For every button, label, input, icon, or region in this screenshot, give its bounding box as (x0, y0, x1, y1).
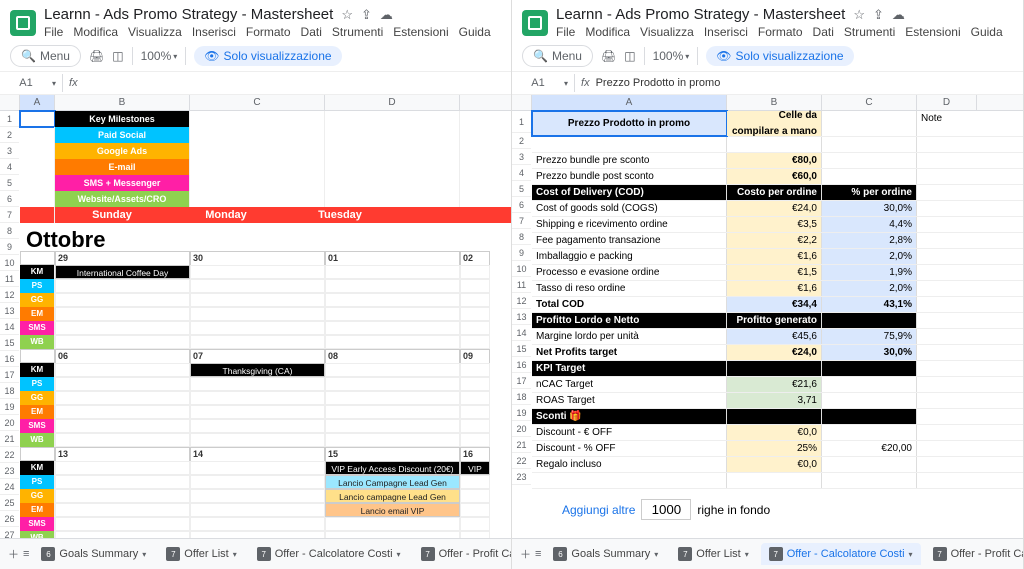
menu-strumenti[interactable]: Strumenti (332, 25, 383, 39)
name-box[interactable]: A1 (518, 77, 558, 89)
menu-bar[interactable]: File Modifica Visualizza Inserisci Formato Da… (556, 25, 1013, 39)
formula-content[interactable]: Prezzo Prodotto in promo (596, 77, 721, 89)
menu-modifica[interactable]: Modifica (585, 25, 630, 39)
sheet-tabs: ＋ ≡ 6Goals Summary▾7Offer List▾7Offer - … (0, 538, 511, 569)
menu-inserisci[interactable]: Inserisci (704, 25, 748, 39)
col-header[interactable]: C (190, 95, 325, 110)
sheet-tab[interactable]: 6Goals Summary▾ (545, 543, 666, 565)
search-menu[interactable]: 🔍Menu (522, 45, 593, 67)
sheets-icon[interactable] (10, 10, 36, 36)
add-rows-link[interactable]: Aggiungi altre (562, 503, 635, 517)
right-window: Learnn - Ads Promo Strategy - Mastershee… (512, 0, 1024, 569)
eye-icon: 👁 (204, 49, 219, 63)
sheet-tab[interactable]: 6Goals Summary▾ (33, 543, 154, 565)
cloud-icon[interactable]: ☁ (892, 7, 905, 23)
doc-title[interactable]: Learnn - Ads Promo Strategy - Mastershee… (44, 6, 333, 23)
move-icon[interactable]: ⇪ (361, 7, 372, 23)
paint-icon[interactable]: ◫ (112, 49, 123, 63)
formula-bar[interactable]: A1▾ fx (0, 72, 511, 95)
search-icon: 🔍 (21, 49, 36, 63)
menu-guida[interactable]: Guida (459, 25, 491, 39)
star-icon[interactable]: ☆ (341, 7, 353, 23)
toolbar: 🔍Menu 🖨 ◫ 100%▾ 👁Solo visualizzazione (512, 41, 1023, 72)
menu-strumenti[interactable]: Strumenti (844, 25, 895, 39)
menu-visualizza[interactable]: Visualizza (640, 25, 694, 39)
add-rows-input[interactable] (641, 499, 691, 520)
add-sheet-button[interactable]: ＋ (8, 543, 19, 565)
col-header[interactable]: B (55, 95, 190, 110)
cloud-icon[interactable]: ☁ (380, 7, 393, 23)
menu-dati[interactable]: Dati (813, 25, 834, 39)
sheet-tab[interactable]: 7Offer List▾ (158, 543, 244, 565)
header: Learnn - Ads Promo Strategy - Mastershee… (0, 0, 511, 41)
menu-estensioni[interactable]: Estensioni (393, 25, 448, 39)
col-header[interactable]: A (20, 95, 55, 110)
doc-title[interactable]: Learnn - Ads Promo Strategy - Mastershee… (556, 6, 845, 23)
sheet-tab[interactable]: 7Offer - Calcolatore Costi▾ (249, 543, 409, 565)
menu-inserisci[interactable]: Inserisci (192, 25, 236, 39)
col-header[interactable]: D (325, 95, 460, 110)
sheet-tab[interactable]: 7Offer - Profit Calculator▾ (925, 543, 1023, 565)
col-header[interactable]: D (917, 95, 977, 110)
print-icon[interactable]: 🖨 (89, 49, 104, 63)
zoom-select[interactable]: 100%▾ (653, 49, 690, 63)
star-icon[interactable]: ☆ (853, 7, 865, 23)
name-box[interactable]: A1 (6, 77, 46, 89)
menu-estensioni[interactable]: Estensioni (905, 25, 960, 39)
all-sheets-button[interactable]: ≡ (535, 543, 541, 565)
search-icon: 🔍 (533, 49, 548, 63)
move-icon[interactable]: ⇪ (873, 7, 884, 23)
menu-guida[interactable]: Guida (971, 25, 1003, 39)
col-header[interactable]: A (532, 95, 727, 110)
menu-formato[interactable]: Formato (758, 25, 803, 39)
view-only-pill[interactable]: 👁Solo visualizzazione (706, 46, 853, 66)
add-sheet-button[interactable]: ＋ (520, 543, 531, 565)
fx-icon: fx (69, 77, 78, 89)
sheets-icon[interactable] (522, 10, 548, 36)
grid-left[interactable]: A B C D 12345678910111213141516171819202… (0, 95, 511, 538)
formula-bar[interactable]: A1▾ fx Prezzo Prodotto in promo (512, 72, 1023, 95)
paint-icon[interactable]: ◫ (624, 49, 635, 63)
toolbar: 🔍Menu 🖨 ◫ 100%▾ 👁Solo visualizzazione (0, 41, 511, 72)
search-menu[interactable]: 🔍Menu (10, 45, 81, 67)
menu-formato[interactable]: Formato (246, 25, 291, 39)
sheet-tab[interactable]: 7Offer - Calcolatore Costi▾ (761, 543, 921, 565)
sheet-tabs: ＋ ≡ 6Goals Summary▾7Offer List▾7Offer - … (512, 538, 1023, 569)
print-icon[interactable]: 🖨 (601, 49, 616, 63)
menu-visualizza[interactable]: Visualizza (128, 25, 182, 39)
header: Learnn - Ads Promo Strategy - Mastershee… (512, 0, 1023, 41)
zoom-select[interactable]: 100%▾ (141, 49, 178, 63)
all-sheets-button[interactable]: ≡ (23, 543, 29, 565)
menu-dati[interactable]: Dati (301, 25, 322, 39)
menu-file[interactable]: File (44, 25, 63, 39)
menu-bar[interactable]: File Modifica Visualizza Inserisci Formato Da… (44, 25, 501, 39)
menu-file[interactable]: File (556, 25, 575, 39)
sheet-tab[interactable]: 7Offer - Profit Calculator▾ (413, 543, 511, 565)
left-window: Learnn - Ads Promo Strategy - Mastershee… (0, 0, 512, 569)
sheet-tab[interactable]: 7Offer List▾ (670, 543, 756, 565)
col-header[interactable]: C (822, 95, 917, 110)
menu-modifica[interactable]: Modifica (73, 25, 118, 39)
grid-right[interactable]: A B C D 12345678910111213141516171819202… (512, 95, 1023, 538)
view-only-pill[interactable]: 👁Solo visualizzazione (194, 46, 341, 66)
fx-icon: fx (581, 77, 590, 89)
eye-icon: 👁 (716, 49, 731, 63)
